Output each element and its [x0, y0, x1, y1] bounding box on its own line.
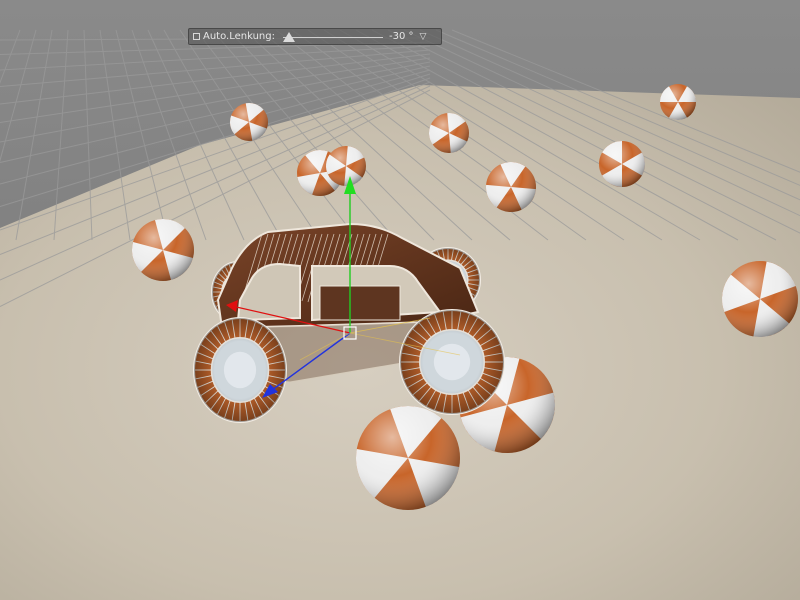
ball-shading — [132, 219, 194, 281]
tire-shade — [400, 310, 504, 414]
scene-canvas[interactable] — [0, 0, 800, 600]
ball-shading — [326, 146, 366, 186]
tire-shade — [194, 318, 286, 422]
ball-shading — [429, 113, 469, 153]
auto-steering-checkbox[interactable] — [193, 33, 200, 40]
ball-shading — [356, 406, 460, 510]
ball-shading — [722, 261, 798, 337]
beach-ball[interactable] — [429, 113, 469, 153]
ball-shading — [660, 84, 696, 120]
front-left-wheel[interactable] — [193, 317, 287, 423]
beach-ball[interactable] — [230, 103, 268, 141]
beach-ball[interactable] — [660, 84, 696, 120]
beach-ball[interactable] — [132, 219, 194, 281]
car-interior-panel — [319, 285, 401, 321]
slider-thumb[interactable] — [282, 31, 295, 42]
beach-ball[interactable] — [486, 161, 536, 212]
ball-shading — [230, 103, 268, 141]
auto-steering-control[interactable]: Auto.Lenkung: -30 ° ▽ — [188, 28, 442, 45]
beach-ball[interactable] — [326, 146, 366, 186]
auto-steering-value[interactable]: -30 ° — [389, 31, 414, 42]
beach-ball[interactable] — [722, 261, 798, 337]
slider-track — [282, 36, 383, 38]
3d-viewport[interactable]: Auto.Lenkung: -30 ° ▽ — [0, 0, 800, 600]
front-right-wheel[interactable] — [399, 309, 505, 415]
ball-shading — [599, 141, 645, 187]
auto-steering-label: Auto.Lenkung: — [203, 31, 275, 42]
beach-ball[interactable] — [356, 406, 460, 510]
beach-ball[interactable] — [599, 141, 645, 187]
triangle-down-icon[interactable]: ▽ — [420, 32, 427, 42]
auto-steering-slider[interactable] — [282, 31, 383, 43]
ball-shading — [486, 162, 536, 212]
